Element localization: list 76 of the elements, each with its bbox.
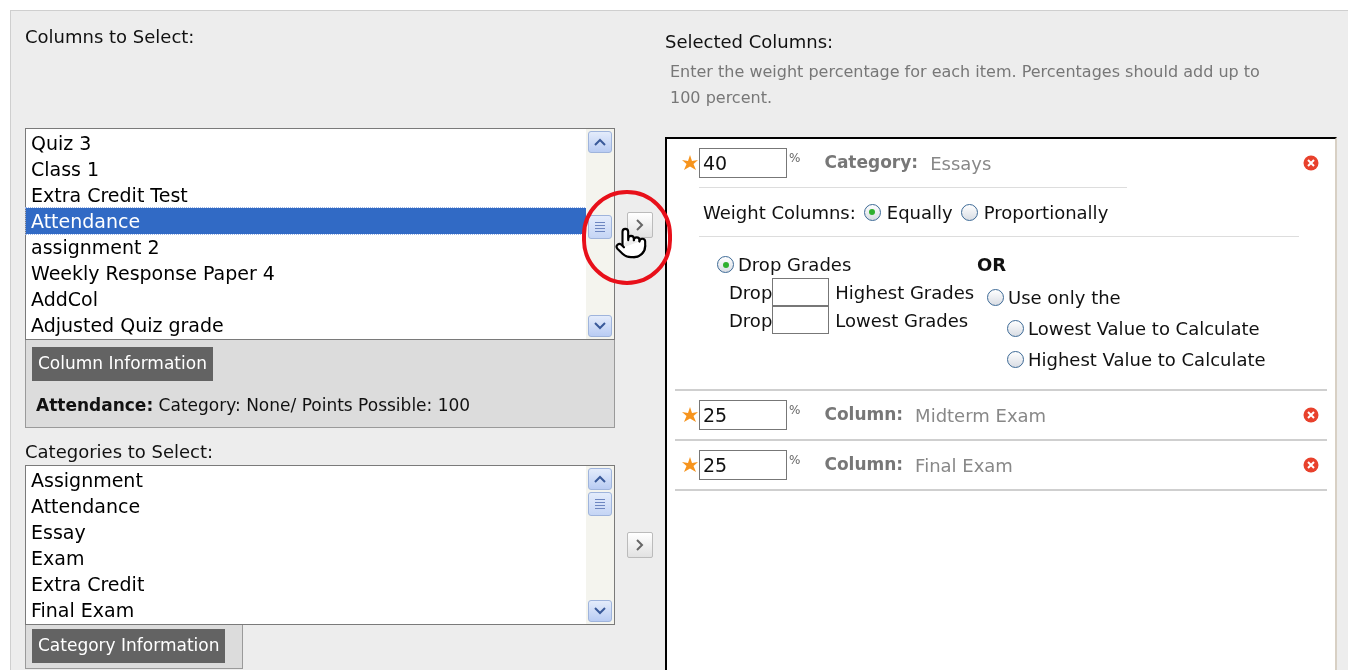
chevron-down-icon (594, 322, 606, 330)
item-type-label: Column: (824, 453, 904, 477)
scroll-up-button[interactable] (588, 131, 612, 153)
percent-sign: % (789, 150, 801, 167)
required-star-icon (681, 456, 699, 474)
item-type-label: Category: (824, 151, 919, 175)
list-item[interactable]: Weekly Response Paper 4 (26, 260, 586, 286)
weight-columns-label: Weight Columns: (703, 200, 856, 225)
radio-label[interactable]: Use only the (1008, 284, 1121, 311)
list-item[interactable]: Quiz 3 (26, 130, 586, 156)
list-item[interactable]: Exam (26, 545, 586, 571)
item-type-label: Column: (824, 403, 904, 427)
radio-button[interactable] (960, 203, 978, 221)
radio-label[interactable]: Drop Grades (738, 251, 852, 278)
radio-label[interactable]: Equally (886, 198, 953, 226)
chevron-down-icon (594, 607, 606, 615)
scroll-thumb[interactable] (588, 215, 612, 239)
radio-button[interactable] (1007, 320, 1024, 337)
chevron-right-icon (636, 539, 644, 551)
list-box[interactable]: Assignment Attendance Essay Exam Extra Credit Final Exam (25, 465, 615, 625)
column-information-button[interactable]: Column Information (32, 347, 213, 381)
chevron-right-icon (636, 219, 644, 231)
list-item[interactable]: Extra Credit (26, 571, 586, 597)
hint-text: Enter the weight percentage for each item. Percentages should add up to 100 percent. (669, 61, 1261, 109)
list-item[interactable]: AddCol (26, 286, 586, 312)
category-information-button[interactable]: Category Information (32, 629, 226, 663)
radio-button[interactable] (863, 203, 881, 221)
weight-field[interactable]: 25 (699, 450, 787, 480)
scroll-down-button[interactable] (588, 315, 612, 337)
list-item[interactable]: Attendance (26, 493, 586, 519)
scroll-down-button[interactable] (588, 600, 612, 622)
drop-count-field[interactable] (772, 306, 830, 334)
section-label: Categories to Select: (25, 440, 215, 464)
required-star-icon (681, 154, 699, 172)
list-item[interactable]: Extra Credit Test (26, 182, 586, 208)
scroll-thumb[interactable] (588, 492, 612, 516)
radio-label[interactable]: Highest Value to Calculate (1028, 346, 1266, 373)
item-name: Essays (930, 151, 992, 176)
percent-sign: % (789, 452, 801, 469)
or-label: OR (977, 253, 1008, 277)
scrollbar[interactable] (586, 466, 614, 624)
list-item[interactable]: Attendance (26, 208, 586, 234)
list-item[interactable]: Essay (26, 519, 586, 545)
drop-label: Highest Grades (835, 280, 975, 305)
add-button[interactable] (627, 212, 653, 238)
radio-button[interactable] (1007, 351, 1024, 368)
section-label: Columns to Select: (25, 25, 196, 49)
remove-icon[interactable] (1303, 155, 1319, 171)
item-name: Midterm Exam (915, 403, 1047, 428)
chevron-up-icon (594, 475, 606, 483)
scroll-up-button[interactable] (588, 468, 612, 490)
chevron-up-icon (594, 138, 606, 146)
drop-label: Drop (729, 280, 773, 305)
remove-icon[interactable] (1303, 457, 1319, 473)
scrollbar[interactable] (586, 129, 614, 339)
radio-button[interactable] (987, 289, 1004, 306)
drop-label: Drop (729, 308, 773, 333)
column-info-text: Attendance: Category: None/ Points Possible: 100 (36, 394, 472, 417)
radio-label[interactable]: Lowest Value to Calculate (1028, 315, 1260, 342)
radio-label[interactable]: Proportionally (983, 198, 1109, 226)
drop-label: Lowest Grades (835, 308, 969, 333)
list-item[interactable]: Adjusted Quiz grade (26, 312, 586, 338)
radio-button[interactable] (717, 256, 734, 273)
list-box[interactable]: Quiz 3 Class 1 Extra Credit Test Attendance assignment 2 Weekly Response Paper 4 AddCol Adjusted Quiz grade (25, 128, 615, 340)
list-item[interactable]: Final Exam (26, 597, 586, 623)
list-item[interactable]: Class 1 (26, 156, 586, 182)
item-name: Final Exam (915, 453, 1013, 478)
percent-sign: % (789, 402, 801, 419)
list-item[interactable]: Assignment (26, 467, 586, 493)
weight-field[interactable]: 40 (699, 148, 787, 178)
required-star-icon (681, 406, 699, 424)
weight-field[interactable]: 25 (699, 400, 787, 430)
drop-count-field[interactable] (772, 278, 830, 306)
remove-icon[interactable] (1303, 407, 1319, 423)
section-label: Selected Columns: (665, 30, 835, 54)
list-item[interactable]: assignment 2 (26, 234, 586, 260)
